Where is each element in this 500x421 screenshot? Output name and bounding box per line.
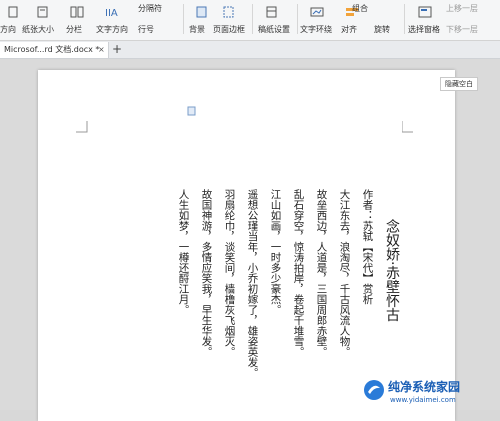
poem-title: 念奴娇·赤壁怀古 xyxy=(384,219,400,322)
text-wrap-icon xyxy=(310,7,324,17)
poem-author: 作者：苏轼【宋代】赏析 xyxy=(361,189,374,305)
page-border-button[interactable]: 页面边框 xyxy=(213,25,245,35)
margin-corner-top-right xyxy=(402,121,413,133)
line-number-button[interactable]: 行号 xyxy=(138,25,154,35)
background-button[interactable]: 背景 xyxy=(189,25,205,35)
new-tab-icon[interactable]: + xyxy=(112,41,122,57)
columns-icon xyxy=(70,6,84,18)
document-tab-title: Microsof...rd 文档.docx * xyxy=(4,45,100,54)
columns-button[interactable]: 分栏 xyxy=(66,25,82,35)
document-tab[interactable]: Microsof...rd 文档.docx * × xyxy=(0,42,109,58)
ribbon-divider xyxy=(183,4,184,34)
poem-line: 遥想公瑾当年，小乔初嫁了，雄姿英发。 xyxy=(246,189,259,378)
svg-text:IIA: IIA xyxy=(105,8,118,18)
ribbon-divider xyxy=(252,4,253,34)
watermark-logo-icon xyxy=(364,380,384,400)
text-direction-icon: IIA xyxy=(105,8,118,18)
poem-line: 大江东去，浪淘尽，千古风流人物。 xyxy=(338,189,351,357)
ribbon-divider xyxy=(297,4,298,34)
poem-line: 故垒西边，人道是，三国周郎赤壁。 xyxy=(315,189,328,357)
selection-pane-icon xyxy=(418,6,432,18)
orientation-icon xyxy=(8,6,18,18)
poem-line: 乱石穿空，惊涛拍岸，卷起千堆雪。 xyxy=(292,189,305,357)
document-canvas: 隐藏空白 念奴娇·赤壁怀古 作者：苏轼【宋代】赏析 大江东去，浪淘尽，千古风流人… xyxy=(0,59,500,421)
manuscript-icon xyxy=(266,6,277,18)
ribbon-divider xyxy=(404,4,405,34)
document-tab-bar: Microsof...rd 文档.docx * × + xyxy=(0,41,500,59)
align-button[interactable]: 对齐 xyxy=(341,25,357,35)
hide-blank-button[interactable]: 隐藏空白 xyxy=(440,77,478,91)
ribbon-toolbar: IIA 分隔符 组合 上移一层 下移一层 方向 纸张大小 分栏 文字方向 行号 … xyxy=(0,0,500,41)
paper-size-icon xyxy=(37,6,48,18)
bring-forward-button[interactable]: 上移一层 xyxy=(446,4,478,14)
rotate-button[interactable]: 旋转 xyxy=(374,25,390,35)
manuscript-setting-button[interactable]: 稿纸设置 xyxy=(258,25,290,35)
paper-size-button[interactable]: 纸张大小 xyxy=(22,25,54,35)
poem-line: 故国神游，多情应笑我，早生华发。 xyxy=(200,189,213,357)
selection-pane-button[interactable]: 选择窗格 xyxy=(408,25,440,35)
poem-line: 羽扇纶巾，谈笑间，樯橹灰飞烟灭。 xyxy=(223,189,236,357)
site-watermark: 纯净系统家园 www.yidaimei.com xyxy=(360,376,500,410)
background-icon xyxy=(196,6,207,18)
watermark-title: 纯净系统家园 xyxy=(388,380,461,394)
separator-button[interactable]: 分隔符 xyxy=(138,4,162,14)
close-icon[interactable]: × xyxy=(98,42,105,58)
poem-line: 人生如梦，一樽还酹江月。 xyxy=(177,189,190,315)
margin-corner-top-left xyxy=(76,121,88,133)
page-border-icon xyxy=(223,6,234,18)
send-backward-button[interactable]: 下移一层 xyxy=(446,25,478,35)
text-direction-button[interactable]: 文字方向 xyxy=(96,25,128,35)
watermark-url: www.yidaimei.com xyxy=(390,396,456,404)
poem-line: 江山如画，一时多少豪杰。 xyxy=(269,189,282,315)
orientation-button[interactable]: 方向 xyxy=(0,25,16,35)
text-wrap-button[interactable]: 文字环绕 xyxy=(300,25,332,35)
group-button[interactable]: 组合 xyxy=(352,4,368,14)
paragraph-handle-icon xyxy=(187,106,196,116)
